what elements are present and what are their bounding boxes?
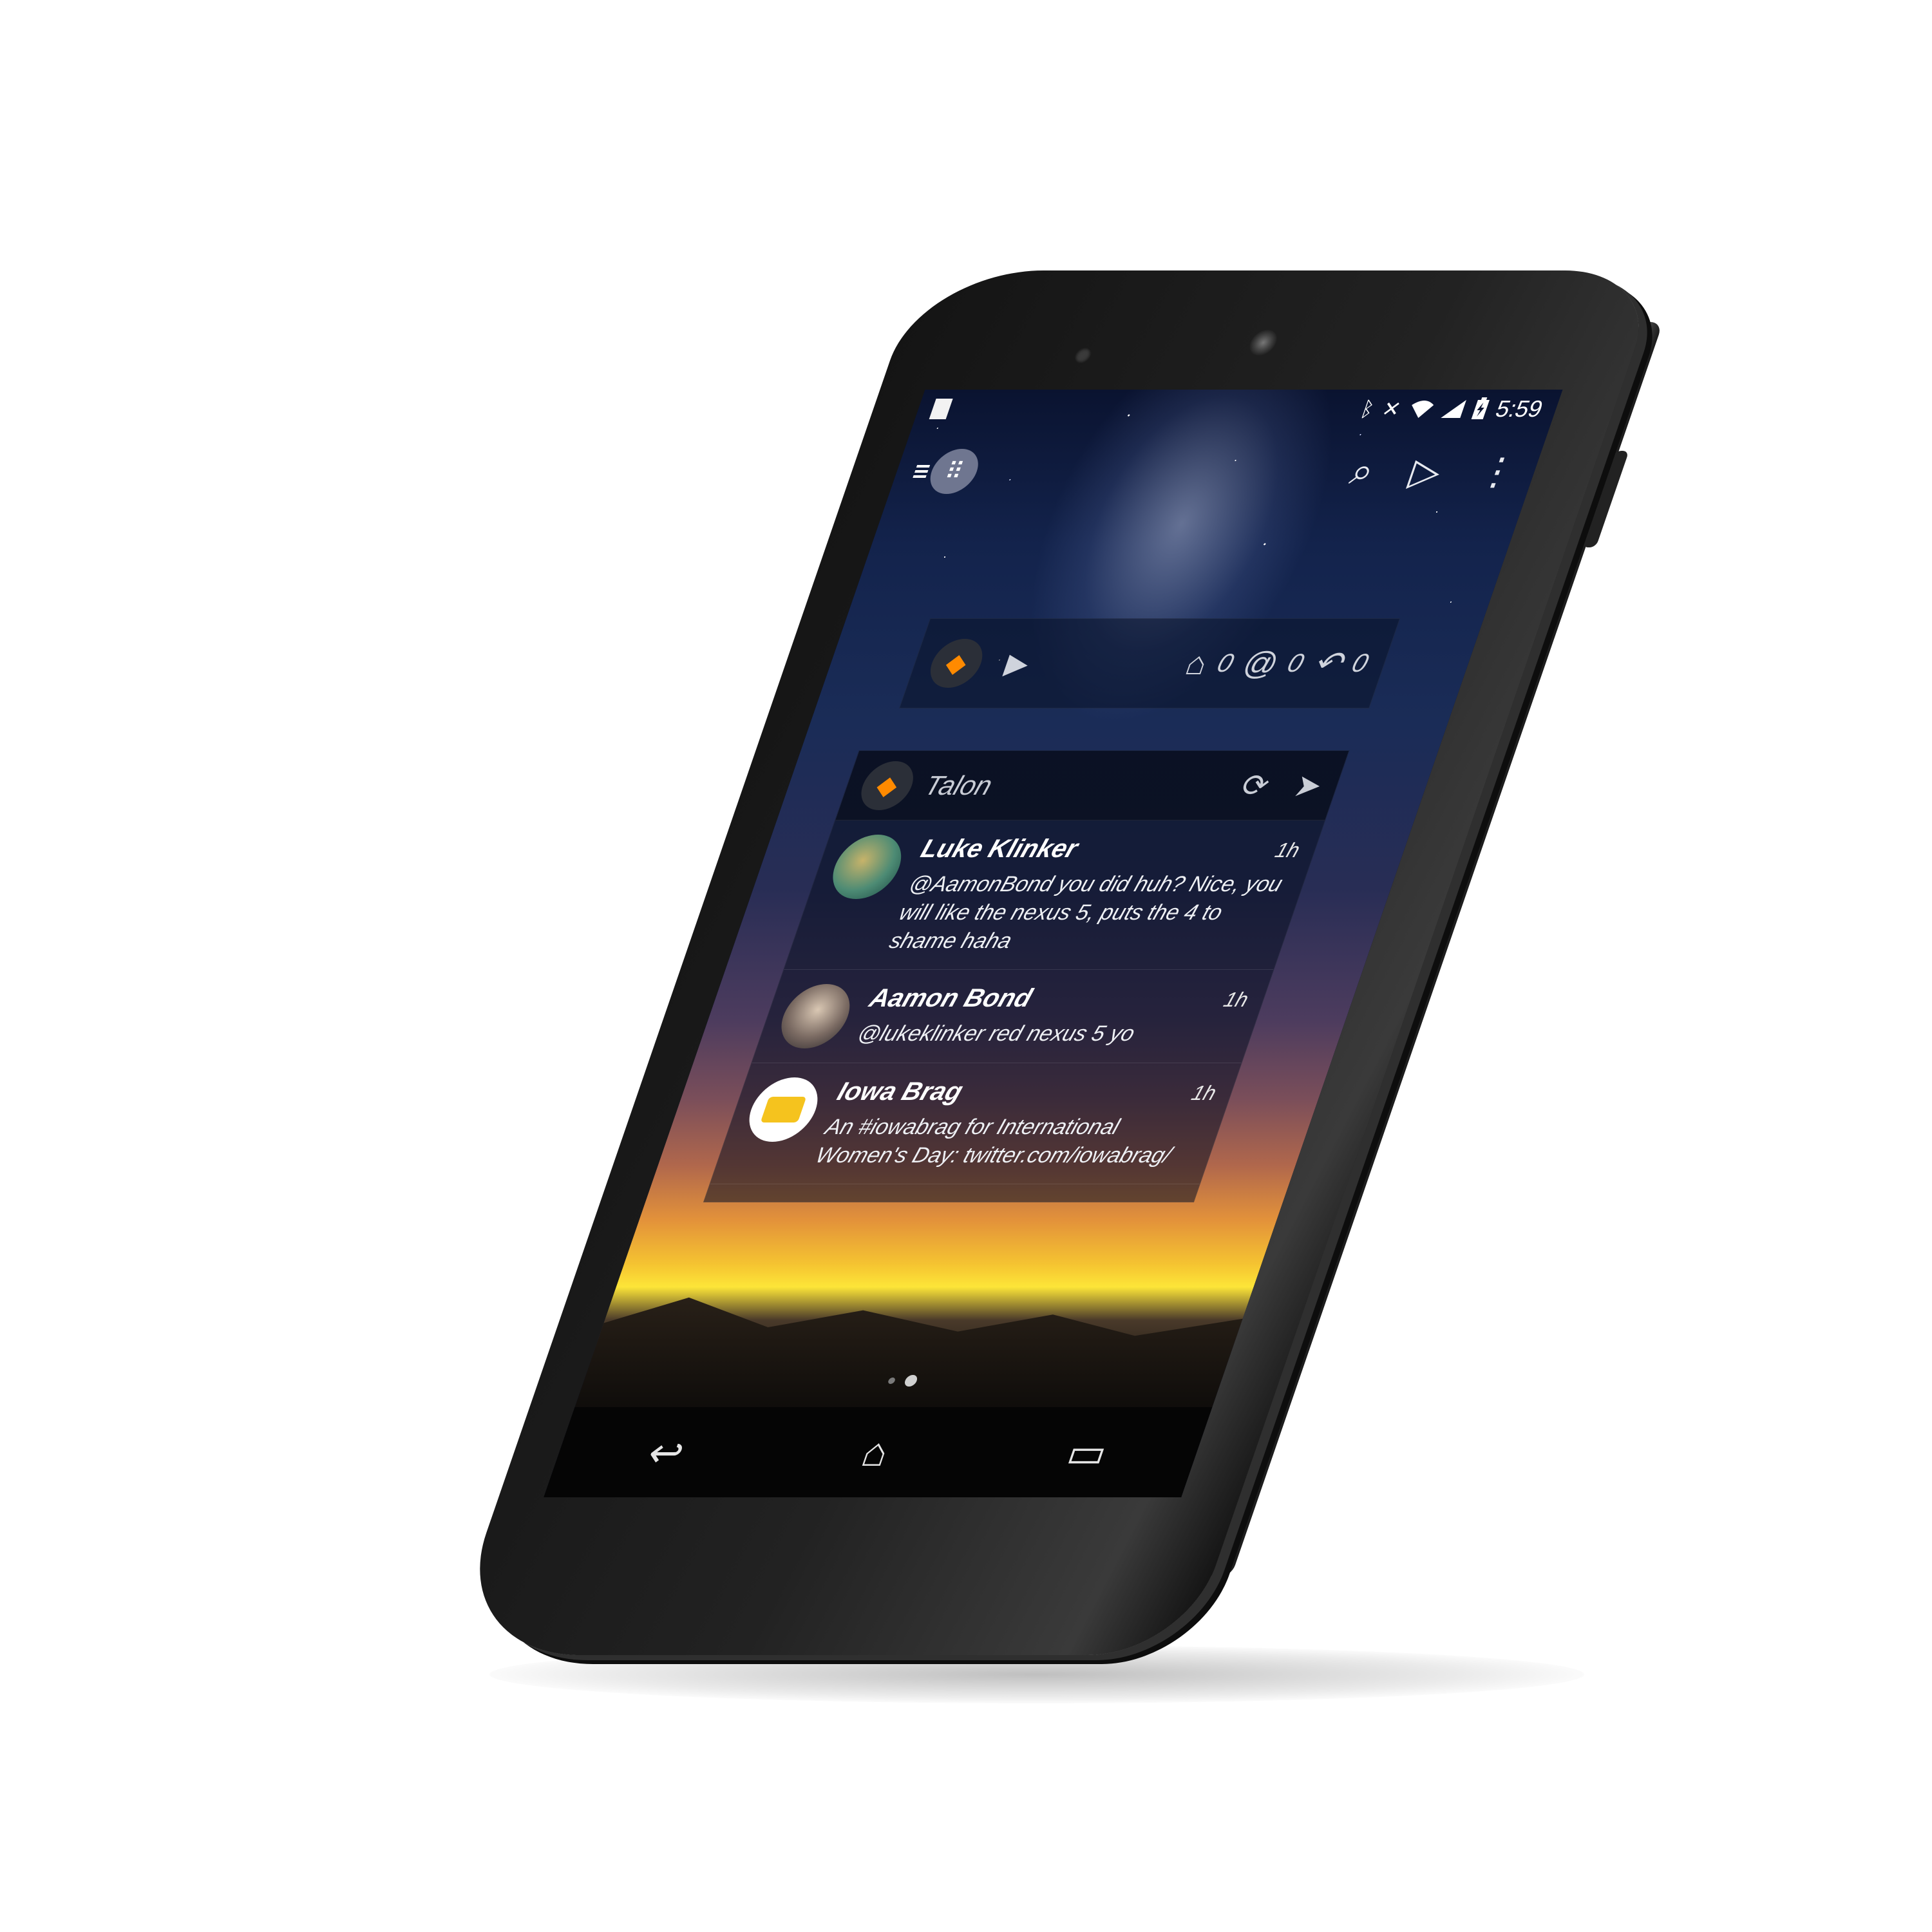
play-store-icon[interactable]: ▷ bbox=[1404, 450, 1448, 493]
tweet-content: Iowa Brag 1h An #iowabrag for Internatio… bbox=[811, 1077, 1220, 1170]
mentions-count: 0 bbox=[1283, 649, 1308, 677]
tweet-item[interactable]: Aamon Bond 1h @lukeklinker red nexus 5 y… bbox=[752, 970, 1274, 1063]
status-icons: ᛒ ✕ 5:59 bbox=[1357, 395, 1547, 422]
notification-counts: ⌂ 0 @ 0 ↶ 0 bbox=[1181, 645, 1374, 682]
tweet-author: Iowa Brag bbox=[833, 1077, 967, 1106]
dm-count: 0 bbox=[1348, 649, 1372, 677]
notification-icon bbox=[929, 399, 953, 419]
recents-icon[interactable]: ▭ bbox=[1061, 1429, 1115, 1476]
timeline-header: ◆ Talon ⟳ ➤ bbox=[835, 751, 1349, 820]
tweet-header: Aamon Bond 1h bbox=[866, 984, 1253, 1013]
tweet-text: @AamonBond you did huh? Nice, you will l… bbox=[886, 872, 1286, 953]
back-icon[interactable]: ↩ bbox=[641, 1429, 691, 1476]
signal-icon bbox=[1441, 400, 1466, 418]
apps-icon: ⠿ bbox=[923, 449, 985, 494]
tweet-item[interactable]: Iowa Brag 1h An #iowabrag for Internatio… bbox=[710, 1063, 1242, 1184]
iowa-logo bbox=[760, 1097, 807, 1122]
tweet-author: Luke Klinker bbox=[917, 835, 1082, 863]
home-icon[interactable]: ⌂ bbox=[856, 1430, 896, 1475]
overflow-menu-icon[interactable]: ⋮ bbox=[1472, 450, 1524, 493]
tweet-author: Aamon Bond bbox=[866, 984, 1036, 1012]
timeline-title: Talon bbox=[920, 770, 997, 800]
tweet-content: Aamon Bond 1h @lukeklinker red nexus 5 y… bbox=[853, 984, 1253, 1048]
talon-bird-icon[interactable]: ◆ bbox=[854, 761, 920, 810]
at-icon[interactable]: @ bbox=[1238, 645, 1283, 682]
talon-widget-bar: ◆ ▶ ⌂ 0 @ 0 ↶ 0 bbox=[899, 618, 1401, 708]
product-photo: ᛒ ✕ 5:59 ⠿ ⌕ ▷ ⋮ ◆ ▶ ⌂ 0 @ 0 ↶ 0 ◆ Talon… bbox=[0, 0, 1932, 1932]
tweet-text: @lukeklinker red nexus 5 yo bbox=[854, 1021, 1139, 1046]
tweet-text: An #iowabrag for International Women's D… bbox=[812, 1115, 1175, 1168]
tweet-time: 1h bbox=[1188, 1081, 1220, 1104]
tweet-header: Luke Klinker 1h bbox=[917, 835, 1304, 864]
timeline-actions: ⟳ ➤ bbox=[1236, 768, 1328, 804]
phone: ᛒ ✕ 5:59 ⠿ ⌕ ▷ ⋮ ◆ ▶ ⌂ 0 @ 0 ↶ 0 ◆ Talon… bbox=[444, 270, 1663, 1655]
avatar[interactable] bbox=[824, 835, 911, 899]
battery-charging-icon bbox=[1471, 397, 1490, 419]
page-dot bbox=[887, 1378, 896, 1384]
app-drawer-button[interactable]: ⠿ bbox=[907, 449, 985, 494]
navigation-bar: ↩ ⌂ ▭ bbox=[544, 1407, 1213, 1497]
status-bar: ᛒ ✕ 5:59 bbox=[912, 390, 1563, 428]
tweet-header: Iowa Brag 1h bbox=[833, 1077, 1220, 1106]
wifi-icon bbox=[1412, 401, 1434, 418]
tweet-item[interactable]: Luke Klinker 1h @AamonBond you did huh? … bbox=[784, 820, 1325, 970]
launcher-actions: ⌕ ▷ ⋮ bbox=[1345, 450, 1524, 493]
search-icon[interactable]: ⌕ bbox=[1345, 450, 1381, 493]
tweet-time: 1h bbox=[1220, 988, 1252, 1011]
tweet-time: 1h bbox=[1272, 838, 1303, 862]
refresh-icon[interactable]: ⟳ bbox=[1236, 768, 1275, 804]
talon-bird-icon[interactable]: ◆ bbox=[923, 639, 990, 688]
page-indicator bbox=[582, 1375, 1223, 1387]
avatar[interactable] bbox=[740, 1077, 827, 1142]
home-icon[interactable]: ⌂ bbox=[1181, 645, 1213, 682]
tweet-content: Luke Klinker 1h @AamonBond you did huh? … bbox=[886, 835, 1304, 955]
reply-icon[interactable]: ↶ bbox=[1308, 645, 1348, 682]
send-icon[interactable]: ➤ bbox=[1289, 768, 1328, 804]
bluetooth-icon: ᛒ bbox=[1358, 397, 1378, 421]
compose-send-icon[interactable]: ▶ bbox=[1001, 647, 1034, 680]
menu-icon bbox=[913, 465, 931, 478]
page-dot-active bbox=[903, 1375, 919, 1387]
home-count: 0 bbox=[1213, 649, 1238, 677]
launcher-bar: ⠿ ⌕ ▷ ⋮ bbox=[885, 436, 1547, 507]
avatar[interactable] bbox=[772, 984, 859, 1048]
mute-icon: ✕ bbox=[1379, 397, 1405, 421]
status-time: 5:59 bbox=[1492, 395, 1547, 422]
